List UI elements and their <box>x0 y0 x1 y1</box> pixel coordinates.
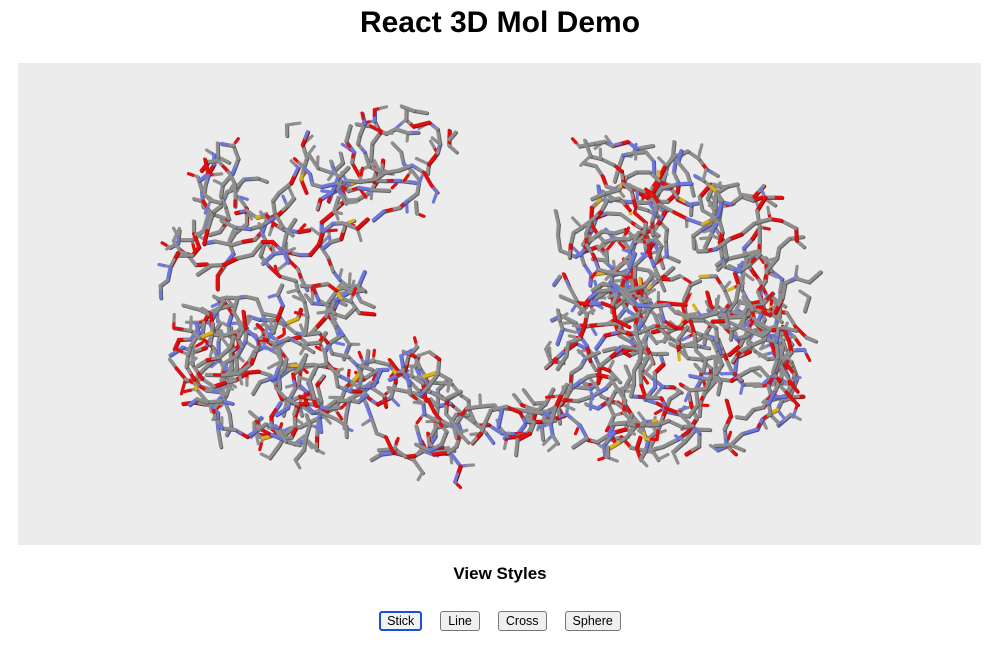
molecule-render <box>157 104 824 490</box>
line-style-button[interactable]: Line <box>440 611 480 631</box>
view-styles-heading: View Styles <box>453 564 547 583</box>
cross-style-button[interactable]: Cross <box>497 611 547 631</box>
view-style-toolbar: Stick Line Cross Sphere <box>0 611 1000 631</box>
stick-style-button[interactable]: Stick <box>379 611 423 631</box>
sphere-style-button[interactable]: Sphere <box>564 611 621 631</box>
molecule-viewer-canvas[interactable] <box>18 63 981 545</box>
page-title: React 3D Mol Demo <box>359 6 641 39</box>
